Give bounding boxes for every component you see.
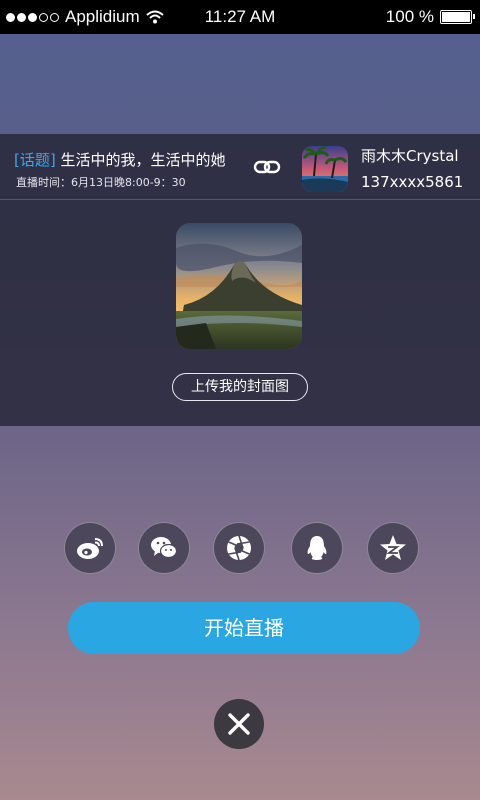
status-bar: Applidium 11:27 AM 100 % [0,0,480,34]
user-name: 雨木木Crystal [361,147,459,165]
share-weibo-button[interactable] [64,522,116,574]
topic-text: 生活中的我，生活中的她 [60,151,226,169]
share-qq-button[interactable] [291,522,343,574]
link-icon[interactable] [253,158,281,176]
broadcast-schedule: 直播时间：6月13日晚8:00-9：30 [16,176,186,189]
share-wechat-button[interactable] [138,522,190,574]
moments-icon [227,535,251,561]
topic-title[interactable]: [话题] 生活中的我，生活中的她 [14,149,226,170]
close-button[interactable] [214,699,264,749]
cover-mountain-image [176,223,302,349]
cover-image[interactable] [176,223,302,349]
avatar-image [302,146,348,192]
battery-group: 100 % [385,7,475,27]
live-info-panel: [话题] 生活中的我，生活中的她 直播时间：6月13日晚8:00-9：30 雨木… [0,134,480,426]
battery-percent: 100 % [385,7,434,26]
wechat-icon [151,537,178,559]
topic-tag: [话题] [14,151,56,169]
start-live-button[interactable]: 开始直播 [68,602,420,654]
avatar[interactable] [302,146,348,192]
qzone-icon [380,535,406,560]
close-icon [228,713,250,735]
share-moments-button[interactable] [213,522,265,574]
share-row [0,522,480,574]
weibo-icon [77,538,103,559]
share-qzone-button[interactable] [367,522,419,574]
live-info-row: [话题] 生活中的我，生活中的她 直播时间：6月13日晚8:00-9：30 雨木… [0,134,480,200]
user-phone: 137xxxx5861 [361,173,464,191]
upload-cover-button[interactable]: 上传我的封面图 [172,373,308,401]
battery-icon [440,10,475,24]
qq-icon [307,536,327,560]
